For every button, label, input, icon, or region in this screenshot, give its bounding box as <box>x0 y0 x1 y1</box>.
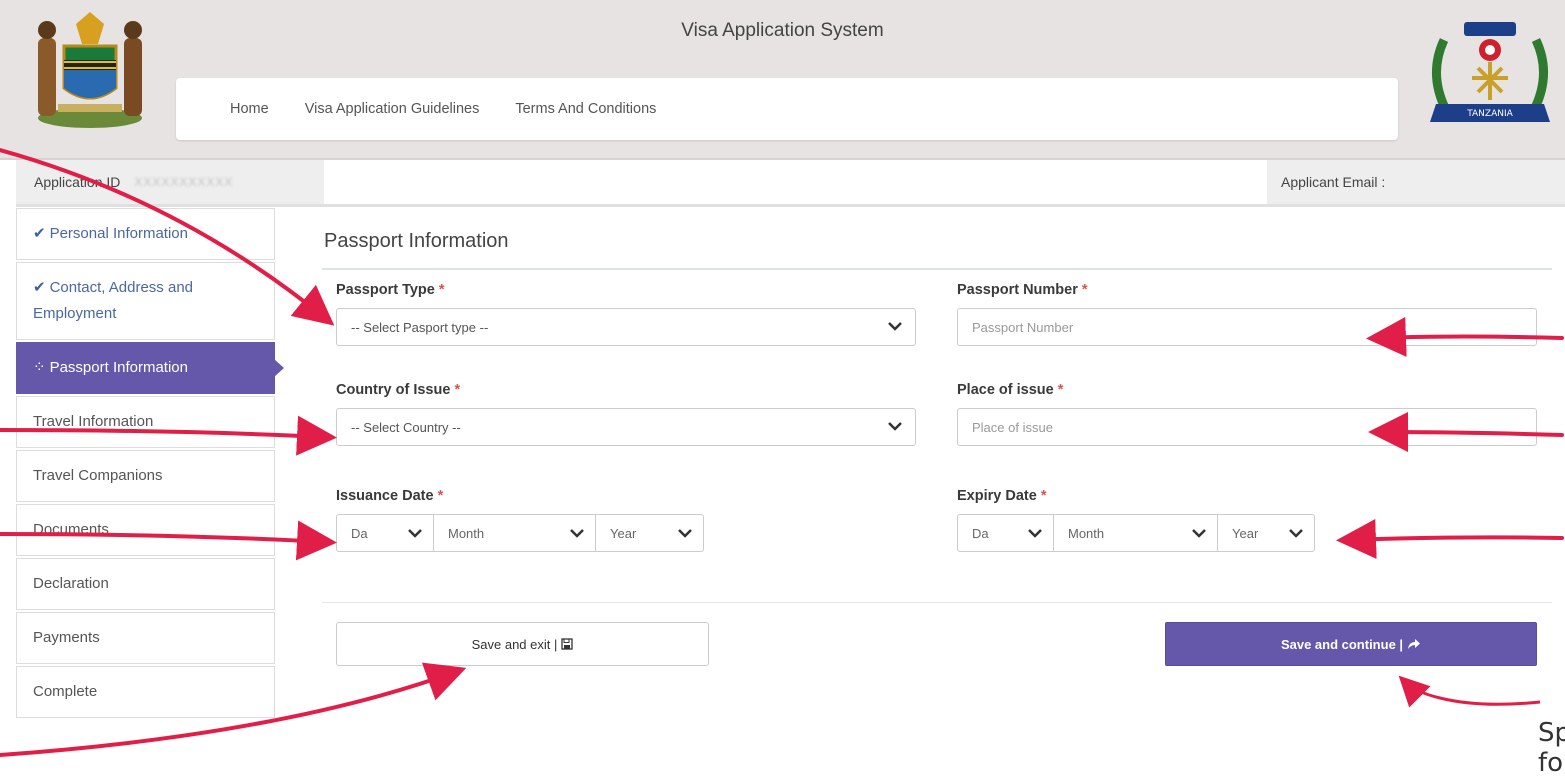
nav-terms[interactable]: Terms And Conditions <box>515 101 656 117</box>
place-of-issue-input[interactable] <box>957 408 1537 446</box>
passport-number-field: Passport Number * <box>957 282 1537 346</box>
issuance-date-label: Issuance Date <box>336 488 434 504</box>
required-mark: * <box>454 382 461 398</box>
share-arrow-icon <box>1408 639 1421 649</box>
passport-type-field: Passport Type * -- Select Pasport type -… <box>336 282 916 346</box>
step-label: Payments <box>33 629 100 646</box>
floppy-disk-icon <box>561 638 574 650</box>
step-label: Declaration <box>33 575 109 592</box>
issuance-year-select[interactable]: Year <box>595 514 704 552</box>
chevron-down-icon <box>1192 529 1206 538</box>
issuance-day-select[interactable]: Da <box>336 514 434 552</box>
form-divider <box>322 602 1552 603</box>
place-of-issue-field: Place of issue * <box>957 382 1537 446</box>
chevron-down-icon <box>678 529 692 538</box>
save-exit-label: Save and exit | <box>471 636 558 652</box>
main-nav: Home Visa Application Guidelines Terms A… <box>176 78 1398 140</box>
immigration-logo: TANZANIA <box>1430 22 1550 122</box>
save-and-exit-button[interactable]: Save and exit | <box>336 622 709 666</box>
required-mark: * <box>1081 282 1088 298</box>
step-label: Contact, Address and Employment <box>33 279 194 322</box>
expiry-day-select[interactable]: Da <box>957 514 1054 552</box>
year-value: Year <box>1232 525 1259 541</box>
section-title: Passport Information <box>324 230 509 252</box>
applicant-email-label: Applicant Email : <box>1281 174 1386 190</box>
nav-visa-guidelines[interactable]: Visa Application Guidelines <box>305 101 480 117</box>
annotation-note: Sp for <box>1538 718 1565 778</box>
annotation-curve <box>1398 675 1541 708</box>
divider <box>16 204 1565 207</box>
expiry-month-select[interactable]: Month <box>1053 514 1218 552</box>
applicant-email: Applicant Email : <box>1267 160 1565 204</box>
spinner-icon: ⁘ <box>33 359 46 376</box>
step-payments[interactable]: Payments <box>16 612 275 664</box>
chevron-down-icon <box>888 322 902 331</box>
passport-number-label: Passport Number <box>957 282 1078 298</box>
chevron-down-icon <box>570 529 584 538</box>
step-travel-companions[interactable]: Travel Companions <box>16 450 275 502</box>
logo-banner-text: TANZANIA <box>1466 109 1513 119</box>
save-continue-label: Save and continue | <box>1280 636 1404 652</box>
step-label: Travel Information <box>33 413 154 430</box>
step-label: Travel Companions <box>33 467 163 484</box>
country-of-issue-value: -- Select Country -- <box>351 419 461 435</box>
step-passport-information[interactable]: ⁘ Passport Information <box>16 342 284 394</box>
step-complete[interactable]: Complete <box>16 666 275 718</box>
chevron-down-icon <box>1289 529 1303 538</box>
step-label: Personal Information <box>49 225 188 242</box>
app-title: Visa Application System <box>681 20 884 41</box>
passport-type-value: -- Select Pasport type -- <box>351 319 489 335</box>
wizard-steps: ✔ Personal Information ✔ Contact, Address … <box>16 208 284 720</box>
annotation-note-line1: Sp <box>1538 718 1565 748</box>
header: Visa Application System Home Visa Applic… <box>0 0 1565 160</box>
required-mark: * <box>1057 382 1064 398</box>
application-id-value: XXXXXXXXXXX <box>134 175 234 189</box>
expiry-date-label: Expiry Date <box>957 488 1037 504</box>
chevron-down-icon <box>408 529 422 538</box>
application-id-label: Application ID <box>34 174 121 190</box>
expiry-year-select[interactable]: Year <box>1217 514 1315 552</box>
required-mark: * <box>437 488 444 504</box>
step-contact-address-employment[interactable]: ✔ Contact, Address and Employment <box>16 262 275 340</box>
chevron-down-icon <box>1028 529 1042 538</box>
expiry-date-field: Expiry Date * Da Month Year <box>957 488 1315 552</box>
issuance-month-select[interactable]: Month <box>433 514 596 552</box>
expiry-date-picker: Da Month Year <box>957 514 1315 552</box>
year-value: Year <box>610 525 637 541</box>
day-value: Da <box>972 525 989 541</box>
annotation-arrow <box>1336 519 1564 559</box>
step-documents[interactable]: Documents <box>16 504 275 556</box>
passport-form: Passport Information Passport Type * -- … <box>322 208 1552 666</box>
issuance-date-field: Issuance Date * Da Month Year <box>336 488 704 552</box>
section-divider <box>322 268 1552 270</box>
check-icon: ✔ <box>33 279 46 296</box>
month-value: Month <box>448 525 485 541</box>
chevron-down-icon <box>888 422 902 431</box>
country-of-issue-select[interactable]: -- Select Country -- <box>336 408 916 446</box>
application-id: Application ID XXXXXXXXXXX <box>16 160 324 204</box>
application-info-bar: Application ID XXXXXXXXXXX Applicant Ema… <box>16 160 1565 207</box>
passport-type-label: Passport Type <box>336 282 435 298</box>
country-of-issue-field: Country of Issue * -- Select Country -- <box>336 382 916 446</box>
save-and-continue-button[interactable]: Save and continue | <box>1165 622 1537 666</box>
required-mark: * <box>1040 488 1047 504</box>
step-declaration[interactable]: Declaration <box>16 558 275 610</box>
country-of-issue-label: Country of Issue <box>336 382 451 398</box>
month-value: Month <box>1068 525 1105 541</box>
passport-type-select[interactable]: -- Select Pasport type -- <box>336 308 916 346</box>
required-mark: * <box>438 282 445 298</box>
issuance-date-picker: Da Month Year <box>336 514 704 552</box>
step-travel-information[interactable]: Travel Information <box>16 396 275 448</box>
passport-number-input[interactable] <box>957 308 1537 346</box>
step-label: Documents <box>33 521 109 538</box>
day-value: Da <box>351 525 368 541</box>
check-icon: ✔ <box>33 225 46 242</box>
nav-home[interactable]: Home <box>230 101 269 117</box>
step-label: Passport Information <box>49 359 188 376</box>
place-of-issue-label: Place of issue <box>957 382 1054 398</box>
step-label: Complete <box>33 683 98 700</box>
annotation-note-line2: for <box>1538 748 1565 778</box>
step-personal-information[interactable]: ✔ Personal Information <box>16 208 275 260</box>
